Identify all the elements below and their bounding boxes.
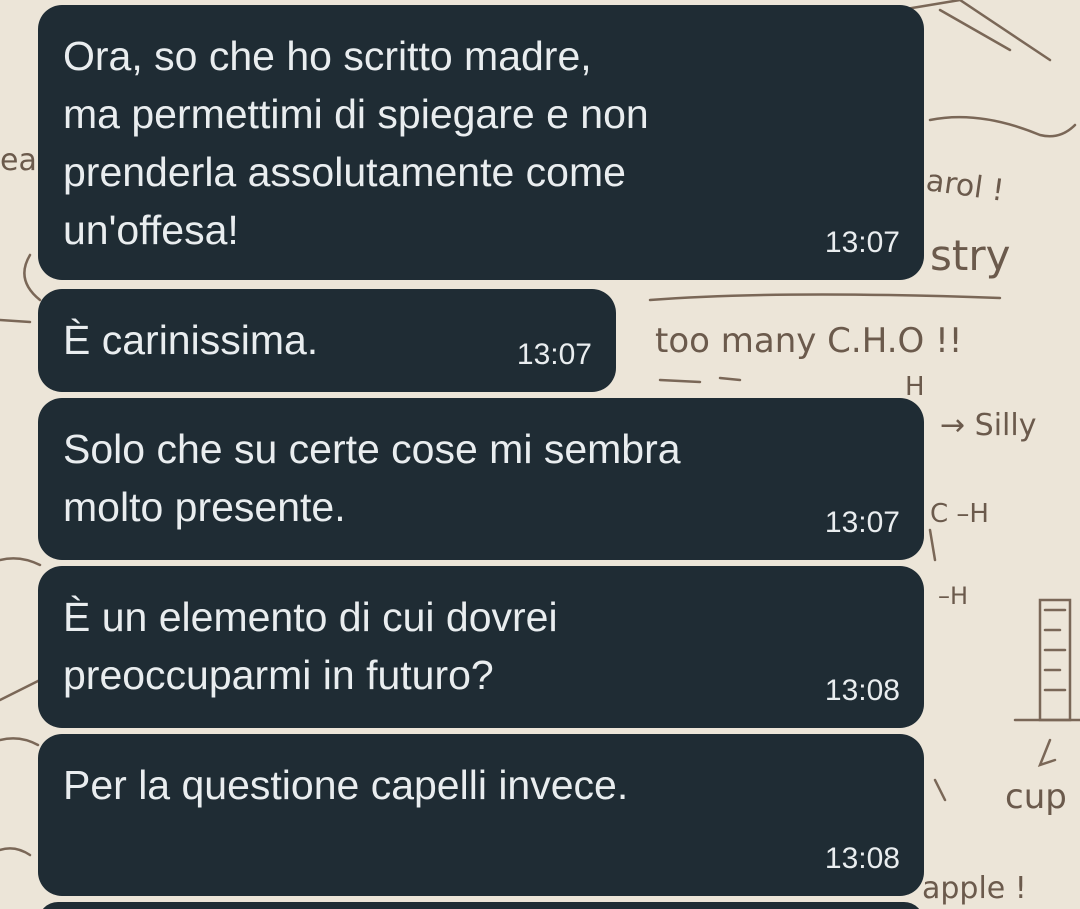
message-text: Per la questione capelli invece.	[63, 762, 629, 808]
message-bubble-partial[interactable]	[38, 902, 924, 909]
doodle-text: –H	[938, 582, 968, 610]
message-bubble[interactable]: Solo che su certe cose mi sembra molto p…	[38, 398, 924, 560]
message-bubble[interactable]: Per la questione capelli invece. 13:08	[38, 734, 924, 896]
message-text: È un elemento di cui dovrei preoccuparmi…	[63, 594, 558, 698]
message-timestamp: 13:07	[516, 338, 592, 371]
message-text: Solo che su certe cose mi sembra molto p…	[63, 426, 681, 530]
doodle-text: stry	[930, 231, 1010, 280]
doodle-text: ea	[0, 143, 37, 178]
message-text: È carinissima.	[63, 317, 319, 363]
doodle-text: arol !	[924, 163, 1006, 209]
message-text: Ora, so che ho scritto madre, ma permett…	[63, 33, 649, 253]
message-timestamp: 13:08	[824, 674, 900, 707]
doodle-text: → Silly	[940, 408, 1036, 443]
message-timestamp: 13:08	[824, 842, 900, 875]
message-bubble[interactable]: È carinissima. 13:07	[38, 289, 616, 392]
doodle-text: C –H	[930, 499, 989, 529]
doodle-text: too many C.H.O !!	[655, 321, 962, 361]
doodle-text: apple !	[922, 871, 1027, 906]
message-bubble[interactable]: È un elemento di cui dovrei preoccuparmi…	[38, 566, 924, 728]
message-timestamp: 13:07	[824, 226, 900, 259]
doodle-text: H	[905, 372, 925, 402]
message-bubble[interactable]: Ora, so che ho scritto madre, ma permett…	[38, 5, 924, 280]
message-timestamp: 13:07	[824, 506, 900, 539]
doodle-text: cup	[1005, 777, 1067, 817]
